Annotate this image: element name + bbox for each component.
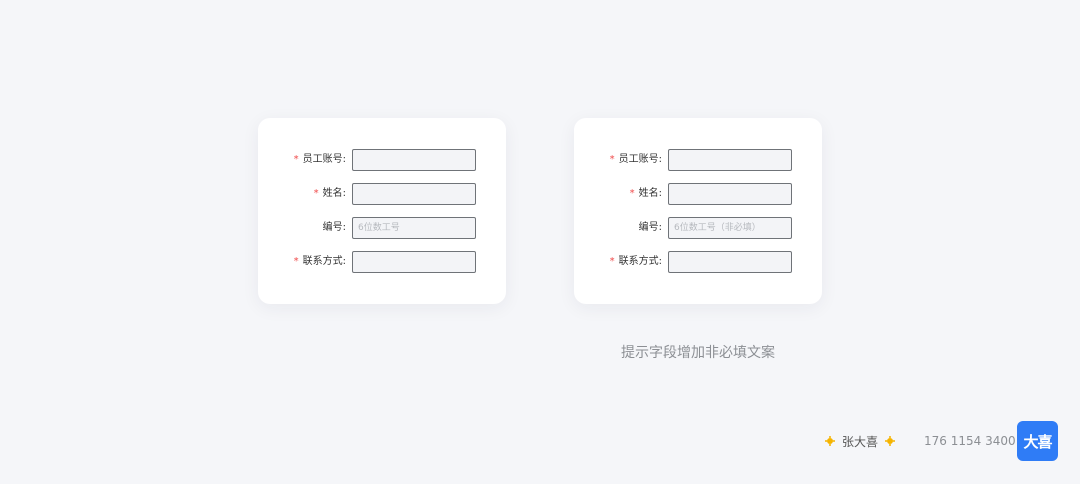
required-mark: * xyxy=(609,154,615,165)
number-input[interactable] xyxy=(668,217,792,239)
caption-text: 提示字段增加非必填文案 xyxy=(621,345,775,361)
sun-icon xyxy=(824,435,836,447)
form-row-name: * 姓名: xyxy=(574,183,822,205)
sun-icon xyxy=(884,435,896,447)
form-row-employee-account: * 员工账号: xyxy=(574,149,822,171)
form-row-contact: * 联系方式: xyxy=(574,251,822,273)
field-label: * 员工账号: xyxy=(609,154,662,165)
form-row-name: * 姓名: xyxy=(258,183,506,205)
required-mark: * xyxy=(629,188,635,199)
form-card-right: *员工账号: *姓名: 编号: *联系方式: xyxy=(574,118,822,304)
brand-logo: 大喜 xyxy=(1017,421,1058,461)
form-row-contact: * 联系方式: xyxy=(258,251,506,273)
number-input[interactable] xyxy=(352,217,476,239)
required-mark: * xyxy=(293,154,299,165)
author-name: 张大喜 xyxy=(842,434,879,449)
contact-input[interactable] xyxy=(352,251,476,273)
field-label: * 姓名: xyxy=(313,188,346,199)
name-input[interactable] xyxy=(668,183,792,205)
form-card-left: *员工账号: *姓名: 编号: *联系方式: xyxy=(258,118,506,304)
required-mark: * xyxy=(313,188,319,199)
field-label: 编号: xyxy=(638,222,662,233)
field-label: 编号: xyxy=(322,222,346,233)
form-row-number: 编号: xyxy=(258,217,506,239)
employee-account-input[interactable] xyxy=(352,149,476,171)
name-input[interactable] xyxy=(352,183,476,205)
field-label: * 姓名: xyxy=(629,188,662,199)
contact-input[interactable] xyxy=(668,251,792,273)
form-row-number: 编号: xyxy=(574,217,822,239)
footer: 张大喜 176 1154 3400 xyxy=(824,432,1016,450)
form-row-employee-account: * 员工账号: xyxy=(258,149,506,171)
required-mark: * xyxy=(293,256,299,267)
required-mark: * xyxy=(609,256,615,267)
phone-number: 176 1154 3400 xyxy=(924,434,1016,448)
field-label: * 联系方式: xyxy=(609,256,662,267)
field-label: * 员工账号: xyxy=(293,154,346,165)
employee-account-input[interactable] xyxy=(668,149,792,171)
field-label: * 联系方式: xyxy=(293,256,346,267)
